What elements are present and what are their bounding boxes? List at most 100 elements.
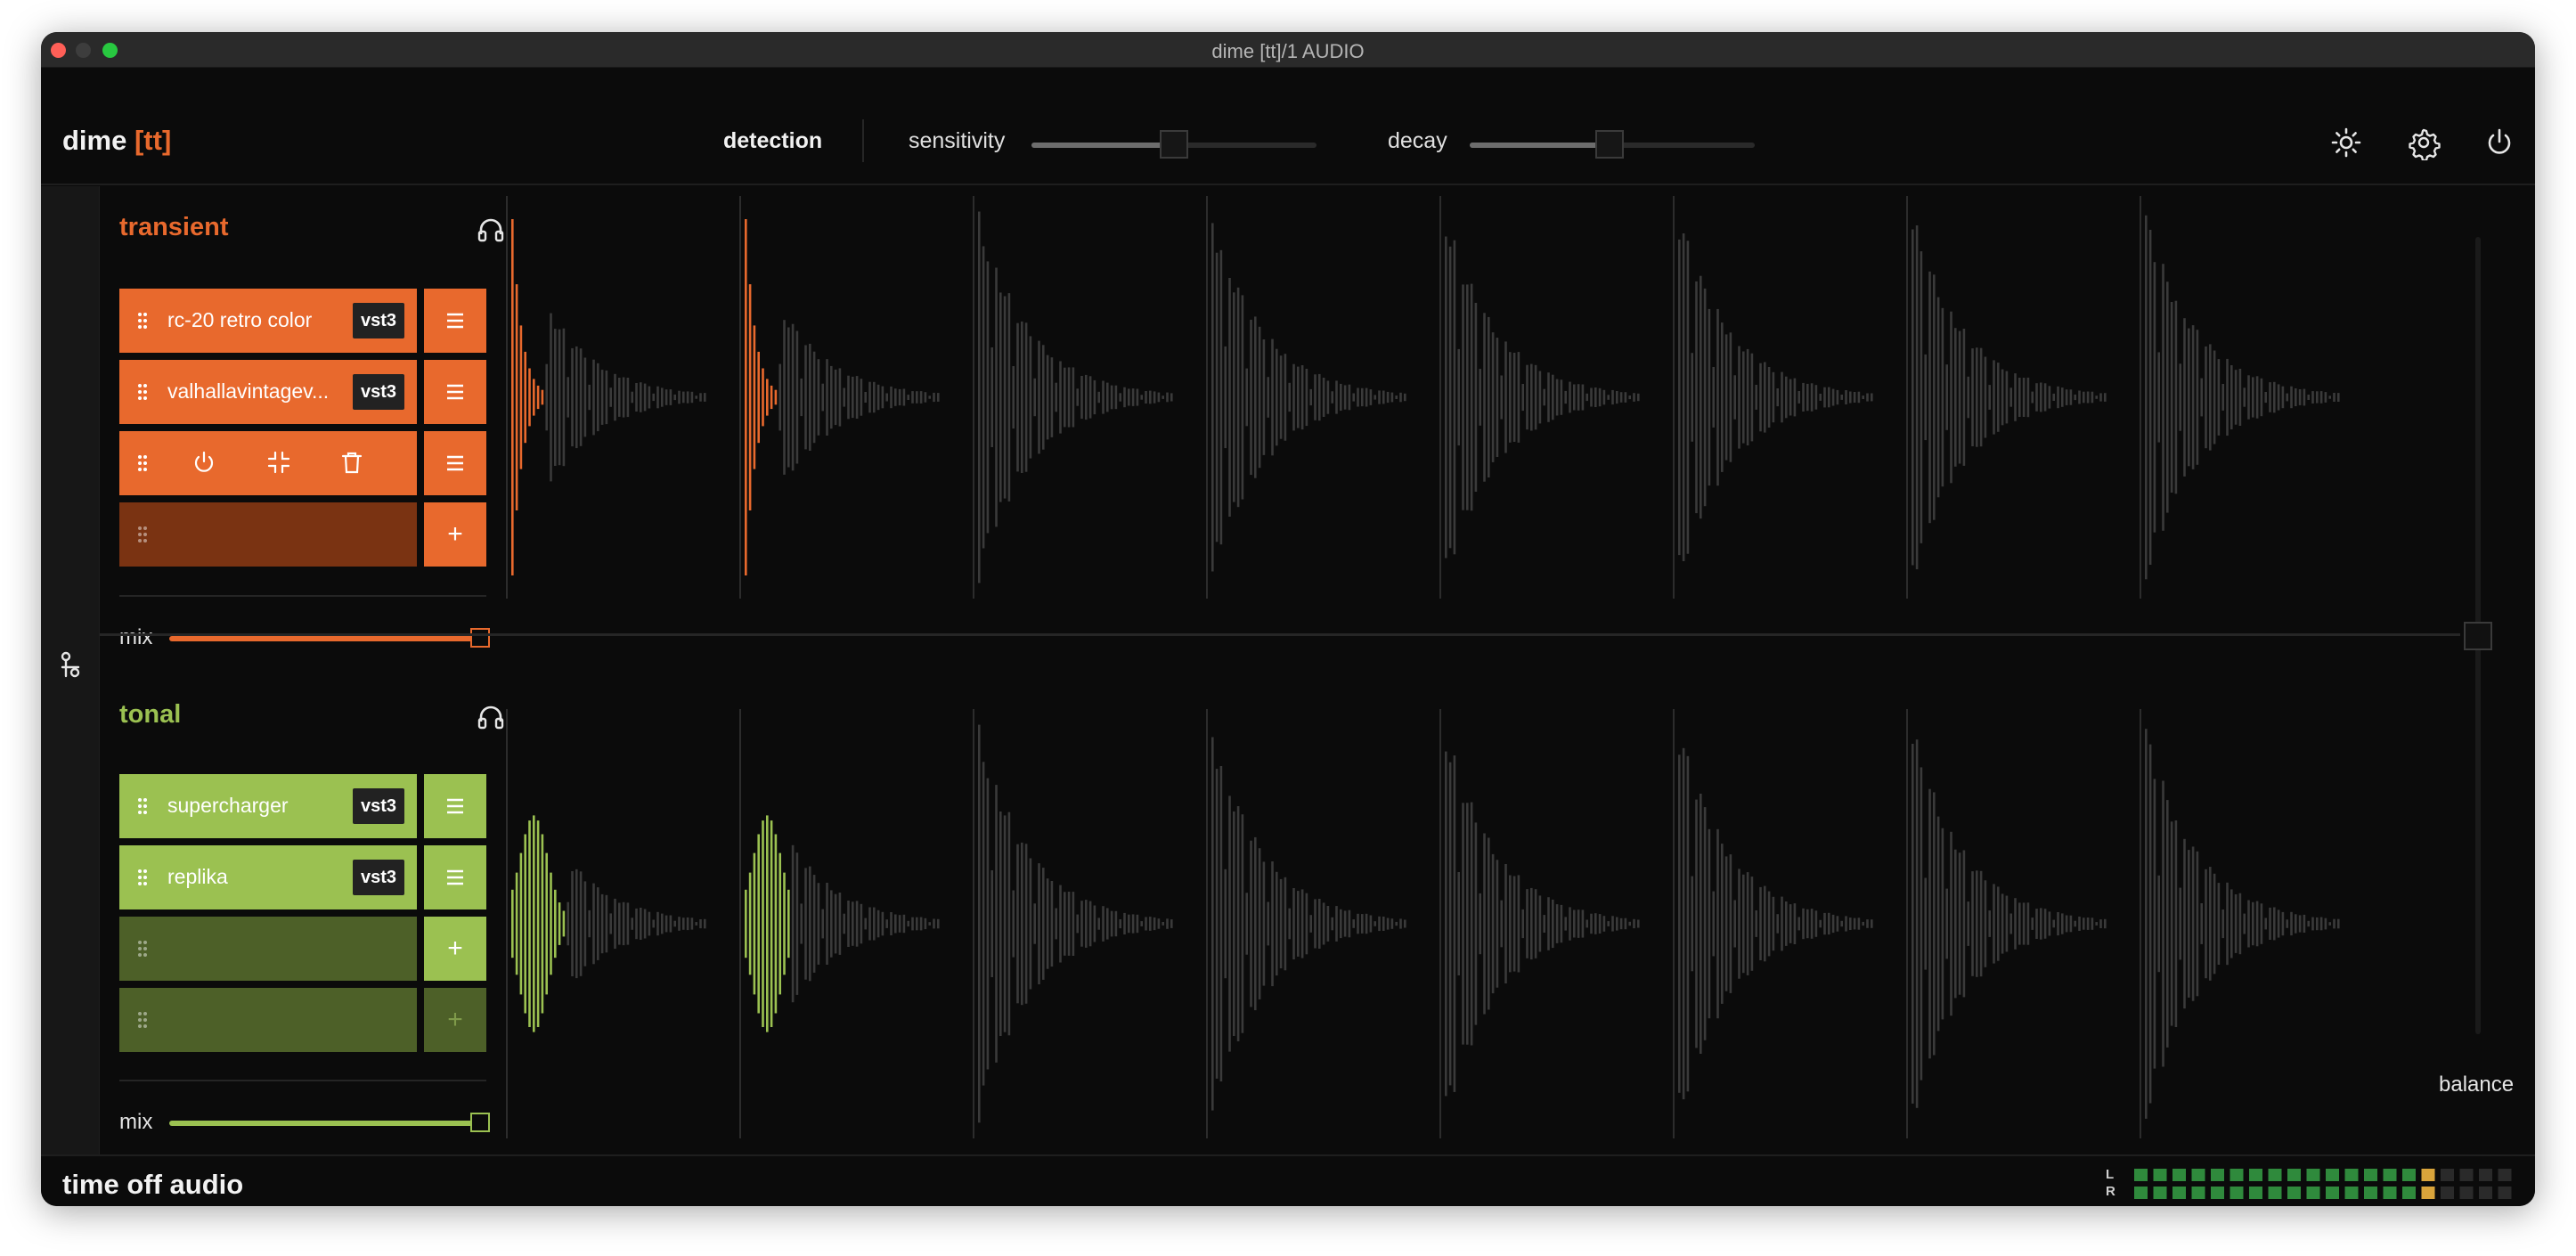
waveform-bar (2104, 918, 2107, 929)
drag-handle-icon[interactable] (137, 869, 148, 886)
meter-segment (2172, 1169, 2186, 1181)
routing-toggle-icon[interactable] (57, 649, 84, 680)
waveform-bar (2040, 382, 2042, 412)
waveform-bar (916, 917, 918, 931)
sensitivity-slider[interactable] (1031, 130, 1317, 159)
waveform-bar (1314, 899, 1317, 949)
tonal-slot-4-empty[interactable] (119, 988, 417, 1052)
tonal-mix-slider[interactable] (169, 1113, 490, 1132)
drag-handle-icon[interactable] (137, 454, 148, 472)
tonal-slot-3-empty[interactable] (119, 917, 417, 981)
waveform-bar (1695, 281, 1698, 514)
transient-slot-1[interactable]: rc-20 retro color vst3 (119, 289, 417, 353)
tonal-slot-2[interactable]: replika vst3 (119, 845, 417, 909)
trash-icon[interactable] (338, 449, 365, 476)
waveform-bar (1849, 918, 1852, 930)
waveform-bar (515, 872, 518, 975)
waveform-bar (661, 913, 664, 934)
transient-title: transient (119, 213, 229, 241)
drag-handle-icon[interactable] (137, 940, 148, 958)
waveform-bar (1491, 853, 1495, 994)
waveform-bar (1448, 762, 1452, 1086)
waveform-bar (812, 875, 816, 973)
waveform-bar (1831, 388, 1835, 406)
waveform-bar (1029, 336, 1032, 459)
transient-slot-4-empty[interactable] (119, 502, 417, 567)
meter-segment (2287, 1169, 2301, 1181)
waveform-bar (1526, 364, 1528, 430)
tonal-slot-2-menu-button[interactable] (424, 845, 486, 909)
waveform-bar (2307, 395, 2310, 400)
tonal-mix-label: mix (119, 1110, 153, 1134)
waveform-bar (1021, 842, 1023, 1006)
drag-handle-icon[interactable] (137, 383, 148, 401)
waveform-bar (1309, 388, 1312, 406)
waveform-bar (1114, 385, 1118, 410)
tonal-mix-slider-thumb[interactable] (470, 1113, 490, 1132)
waveform-bar (1369, 915, 1373, 933)
waveform-bar (1954, 328, 1957, 467)
waveform-bar (1517, 875, 1520, 973)
waveform-bar (1781, 896, 1783, 951)
waveform-bar (1997, 363, 2000, 432)
waveform-bar (1007, 293, 1011, 502)
waveform-bar (2031, 918, 2034, 930)
waveform-bar (1971, 348, 1974, 446)
waveform-bar (511, 889, 514, 958)
transient-slot-2[interactable]: valhallavintagev... vst3 (119, 360, 417, 424)
tonal-slot-1[interactable]: supercharger vst3 (119, 774, 417, 838)
waveform-bar (541, 834, 544, 1014)
decay-slider[interactable] (1470, 130, 1755, 159)
transient-slot-3-menu-button[interactable] (424, 431, 486, 495)
tonal-solo-headphones-icon[interactable] (476, 702, 506, 732)
waveform-bar (678, 917, 681, 931)
transient-add-plugin-button[interactable]: + (424, 502, 486, 567)
waveform-bar (1445, 236, 1447, 559)
waveform-bar (774, 834, 778, 1014)
power-icon[interactable] (2482, 125, 2517, 160)
decay-slider-thumb[interactable] (1594, 130, 1624, 159)
sensitivity-slider-thumb[interactable] (1160, 130, 1188, 159)
settings-gear-icon[interactable] (2406, 125, 2441, 160)
tonal-add-plugin-button[interactable]: + (424, 917, 486, 981)
transient-slot-3-selected[interactable] (119, 431, 417, 495)
waveform-bar (1462, 803, 1464, 1045)
drag-handle-icon[interactable] (137, 312, 148, 330)
waveform-bar (2014, 898, 2017, 950)
waveform-bar (2328, 396, 2331, 399)
transient-slot-1-menu-button[interactable] (424, 289, 486, 353)
waveform-bar (1088, 376, 1092, 419)
waveform-bar (1764, 885, 1766, 962)
waveform-bar (1619, 392, 1623, 403)
waveform-bar (1466, 803, 1469, 1045)
waveform-bar (1483, 313, 1486, 482)
waveform-bar (1552, 899, 1554, 949)
waveform-bar (1512, 876, 1516, 972)
waveform-bar (1819, 394, 1822, 401)
waveform-bar (928, 396, 931, 399)
balance-slider-thumb[interactable] (2464, 621, 2492, 650)
waveform-bar (1021, 321, 1023, 473)
waveform-bar (1543, 915, 1545, 933)
meter-segment (2421, 1187, 2435, 1199)
brightness-icon[interactable] (2328, 125, 2364, 160)
waveform-bar (2200, 378, 2203, 417)
waveform-bar (635, 908, 638, 940)
compress-icon[interactable] (265, 449, 292, 476)
waveform-bar (1241, 814, 1244, 1033)
waveform-bar (911, 917, 914, 931)
tonal-slot-1-menu-button[interactable] (424, 774, 486, 838)
drag-handle-icon[interactable] (137, 1011, 148, 1029)
waveform-bar (609, 913, 612, 934)
waveform-bar (838, 368, 842, 427)
waveform-bar (1793, 378, 1797, 417)
transient-solo-headphones-icon[interactable] (476, 215, 506, 245)
waveform-bar (2065, 389, 2068, 405)
waveform-bar (1064, 892, 1066, 956)
drag-handle-icon[interactable] (137, 526, 148, 543)
drag-handle-icon[interactable] (137, 797, 148, 815)
waveform-bar (1110, 385, 1113, 410)
transient-slot-2-menu-button[interactable] (424, 360, 486, 424)
bypass-power-icon[interactable] (191, 449, 217, 476)
waveform-bar (558, 902, 561, 945)
